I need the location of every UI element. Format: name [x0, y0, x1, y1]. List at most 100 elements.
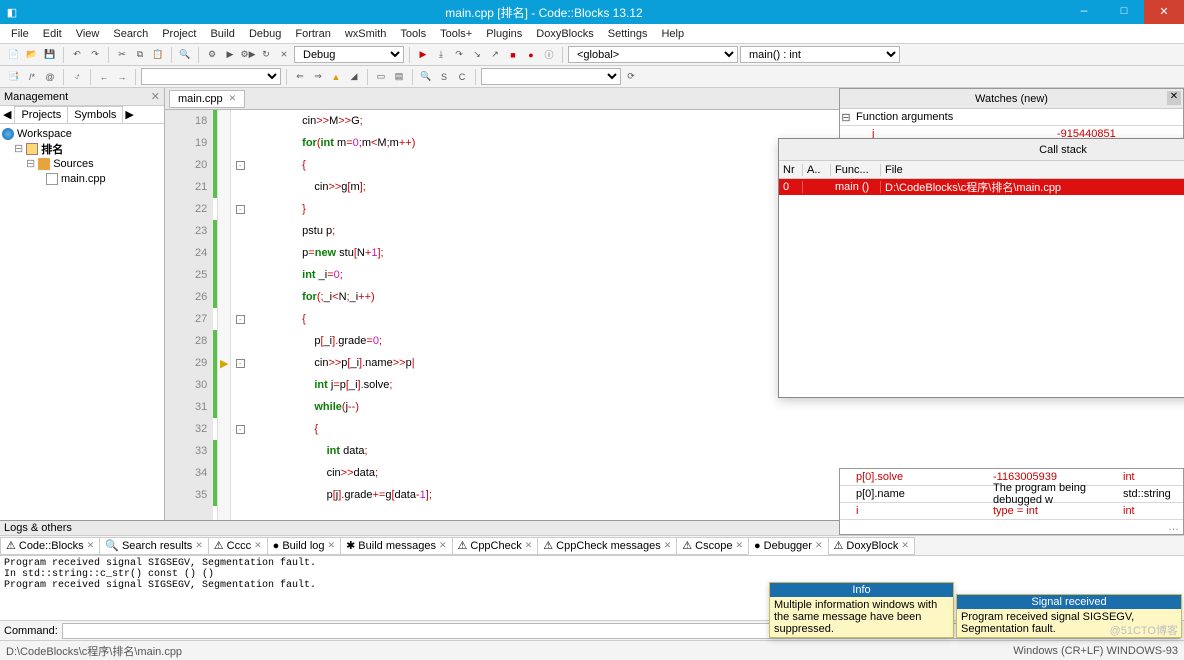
menu-file[interactable]: File — [6, 28, 34, 40]
search-small-icon[interactable]: 🔍 — [418, 69, 434, 85]
list-icon[interactable]: ▤ — [391, 69, 407, 85]
tag-s-icon[interactable]: S — [436, 69, 452, 85]
breakpoint-icon[interactable]: ● — [523, 47, 539, 63]
sel-icon[interactable]: ▭ — [373, 69, 389, 85]
more-icon[interactable]: … — [840, 520, 1183, 534]
extra-select[interactable] — [141, 68, 281, 85]
log-tab-doxyblock[interactable]: ⚠DoxyBlock✕ — [828, 537, 915, 555]
log-tab-cppcheck[interactable]: ⚠CppCheck✕ — [452, 537, 539, 555]
paste-icon[interactable]: 📋 — [150, 47, 166, 63]
cs-col-func[interactable]: Func... — [831, 164, 881, 176]
menu-wxsmith[interactable]: wxSmith — [340, 28, 392, 40]
management-close-icon[interactable]: ✕ — [151, 90, 160, 103]
build-target-select[interactable]: Debug — [294, 46, 404, 63]
eraser-icon[interactable]: ◢ — [346, 69, 362, 85]
copy-icon[interactable]: ⧉ — [132, 47, 148, 63]
log-tab-debugger[interactable]: ●Debugger✕ — [748, 537, 829, 555]
menu-tools[interactable]: Tools — [395, 28, 431, 40]
step-out-icon[interactable]: ↗ — [487, 47, 503, 63]
nav-left-icon[interactable]: ◀ — [0, 106, 14, 123]
tab-projects[interactable]: Projects — [14, 106, 68, 123]
watches-close-icon[interactable]: ✕ — [1167, 91, 1181, 105]
watches-panel[interactable]: Watches (new)✕ ⊟Function arguments j-915… — [839, 88, 1184, 144]
comment-icon[interactable]: /* — [24, 69, 40, 85]
run-icon[interactable]: ▶ — [222, 47, 238, 63]
status-encoding: Windows (CR+LF) WINDOWS-93 — [1013, 645, 1178, 657]
arrow-icon[interactable]: ⇐ — [292, 69, 308, 85]
log-tab-cppcheck-messages[interactable]: ⚠CppCheck messages✕ — [537, 537, 677, 555]
watch-row[interactable]: itype = intint — [840, 503, 1183, 520]
scope-right-select[interactable]: main() : int — [740, 46, 900, 63]
tab-symbols[interactable]: Symbols — [67, 106, 123, 123]
menu-doxyblocks[interactable]: DoxyBlocks — [531, 28, 598, 40]
cut-icon[interactable]: ✂ — [114, 47, 130, 63]
menu-build[interactable]: Build — [205, 28, 239, 40]
search-select[interactable] — [481, 68, 621, 85]
menu-plugins[interactable]: Plugins — [481, 28, 527, 40]
line-number-gutter[interactable]: 181920212223242526272829303132333435 — [165, 110, 213, 520]
refresh-icon[interactable]: ⟳ — [623, 69, 639, 85]
stop-debug-icon[interactable]: ■ — [505, 47, 521, 63]
log-tab-cccc[interactable]: ⚠Cccc✕ — [208, 537, 268, 555]
redo-icon[interactable]: ↷ — [87, 47, 103, 63]
log-tab-build-messages[interactable]: ✱Build messages✕ — [340, 537, 452, 555]
info-icon[interactable]: ⓘ — [541, 47, 557, 63]
fortran-icon[interactable]: ⍻ — [69, 69, 85, 85]
scope-left-select[interactable]: <global> — [568, 46, 738, 63]
log-tab-search-results[interactable]: 🔍Search results✕ — [99, 537, 209, 555]
fold-column[interactable]: ----- — [231, 110, 249, 520]
menu-edit[interactable]: Edit — [38, 28, 67, 40]
build-icon[interactable]: ⚙ — [204, 47, 220, 63]
cs-col-a[interactable]: A.. — [803, 164, 831, 176]
arrow2-icon[interactable]: ⇒ — [310, 69, 326, 85]
step-into-icon[interactable]: ↘ — [469, 47, 485, 63]
log-tab-cscope[interactable]: ⚠Cscope✕ — [676, 537, 749, 555]
cs-col-nr[interactable]: Nr — [779, 164, 803, 176]
watches-bottom-panel[interactable]: p[0].solve-1163005939intp[0].nameThe pro… — [839, 468, 1184, 535]
menu-settings[interactable]: Settings — [603, 28, 653, 40]
collapse-icon[interactable]: ⊟ — [840, 111, 852, 124]
file-tab-label: main.cpp — [178, 93, 223, 105]
menu-fortran[interactable]: Fortran — [290, 28, 335, 40]
menu-tools+[interactable]: Tools+ — [435, 28, 477, 40]
project-tree[interactable]: Workspace ⊟排名 ⊟Sources main.cpp — [0, 124, 164, 520]
call-stack-row[interactable]: 0 main () D:\CodeBlocks\c程序\排名\main.cpp … — [779, 179, 1184, 195]
menu-search[interactable]: Search — [108, 28, 153, 40]
debug-start-icon[interactable]: ▶ — [415, 47, 431, 63]
new-file-icon[interactable]: 📄 — [6, 47, 22, 63]
doxy-icon[interactable]: 📑 — [6, 69, 22, 85]
at-icon[interactable]: @ — [42, 69, 58, 85]
tag-c-icon[interactable]: C — [454, 69, 470, 85]
log-tab-code-blocks[interactable]: ⚠Code::Blocks✕ — [0, 537, 100, 555]
nav-fwd-icon[interactable]: → — [114, 69, 130, 85]
app-icon: ◧ — [0, 6, 24, 19]
log-tab-build-log[interactable]: ●Build log✕ — [267, 537, 341, 555]
menu-debug[interactable]: Debug — [244, 28, 286, 40]
run-to-cursor-icon[interactable]: ⤓ — [433, 47, 449, 63]
open-icon[interactable]: 📂 — [24, 47, 40, 63]
close-button[interactable]: ✕ — [1144, 0, 1184, 24]
nav-back-icon[interactable]: ← — [96, 69, 112, 85]
maximize-button[interactable]: □ — [1104, 0, 1144, 24]
undo-icon[interactable]: ↶ — [69, 47, 85, 63]
nav-right-icon[interactable]: ▶ — [122, 106, 136, 123]
menu-view[interactable]: View — [71, 28, 105, 40]
highlight-icon[interactable]: ▲ — [328, 69, 344, 85]
step-over-icon[interactable]: ↷ — [451, 47, 467, 63]
call-stack-window[interactable]: Call stack Nr A.. Func... File Line 0 ma… — [778, 138, 1184, 398]
build-run-icon[interactable]: ⚙▶ — [240, 47, 256, 63]
menu-project[interactable]: Project — [157, 28, 201, 40]
file-tab-close-icon[interactable]: ✕ — [229, 93, 237, 104]
minimize-button[interactable]: — — [1064, 0, 1104, 24]
find-icon[interactable]: 🔍 — [177, 47, 193, 63]
cs-col-file[interactable]: File — [881, 164, 1184, 176]
rebuild-icon[interactable]: ↻ — [258, 47, 274, 63]
menu-help[interactable]: Help — [656, 28, 689, 40]
abort-icon[interactable]: ⨯ — [276, 47, 292, 63]
info-note[interactable]: Info Multiple information windows with t… — [769, 582, 954, 638]
file-tab-main[interactable]: main.cpp ✕ — [169, 90, 245, 108]
window-title: main.cpp [排名] - Code::Blocks 13.12 — [24, 4, 1064, 21]
watch-row[interactable]: p[0].nameThe program being debugged wstd… — [840, 486, 1183, 503]
save-icon[interactable]: 💾 — [42, 47, 58, 63]
marker-column[interactable]: ▶ — [217, 110, 231, 520]
